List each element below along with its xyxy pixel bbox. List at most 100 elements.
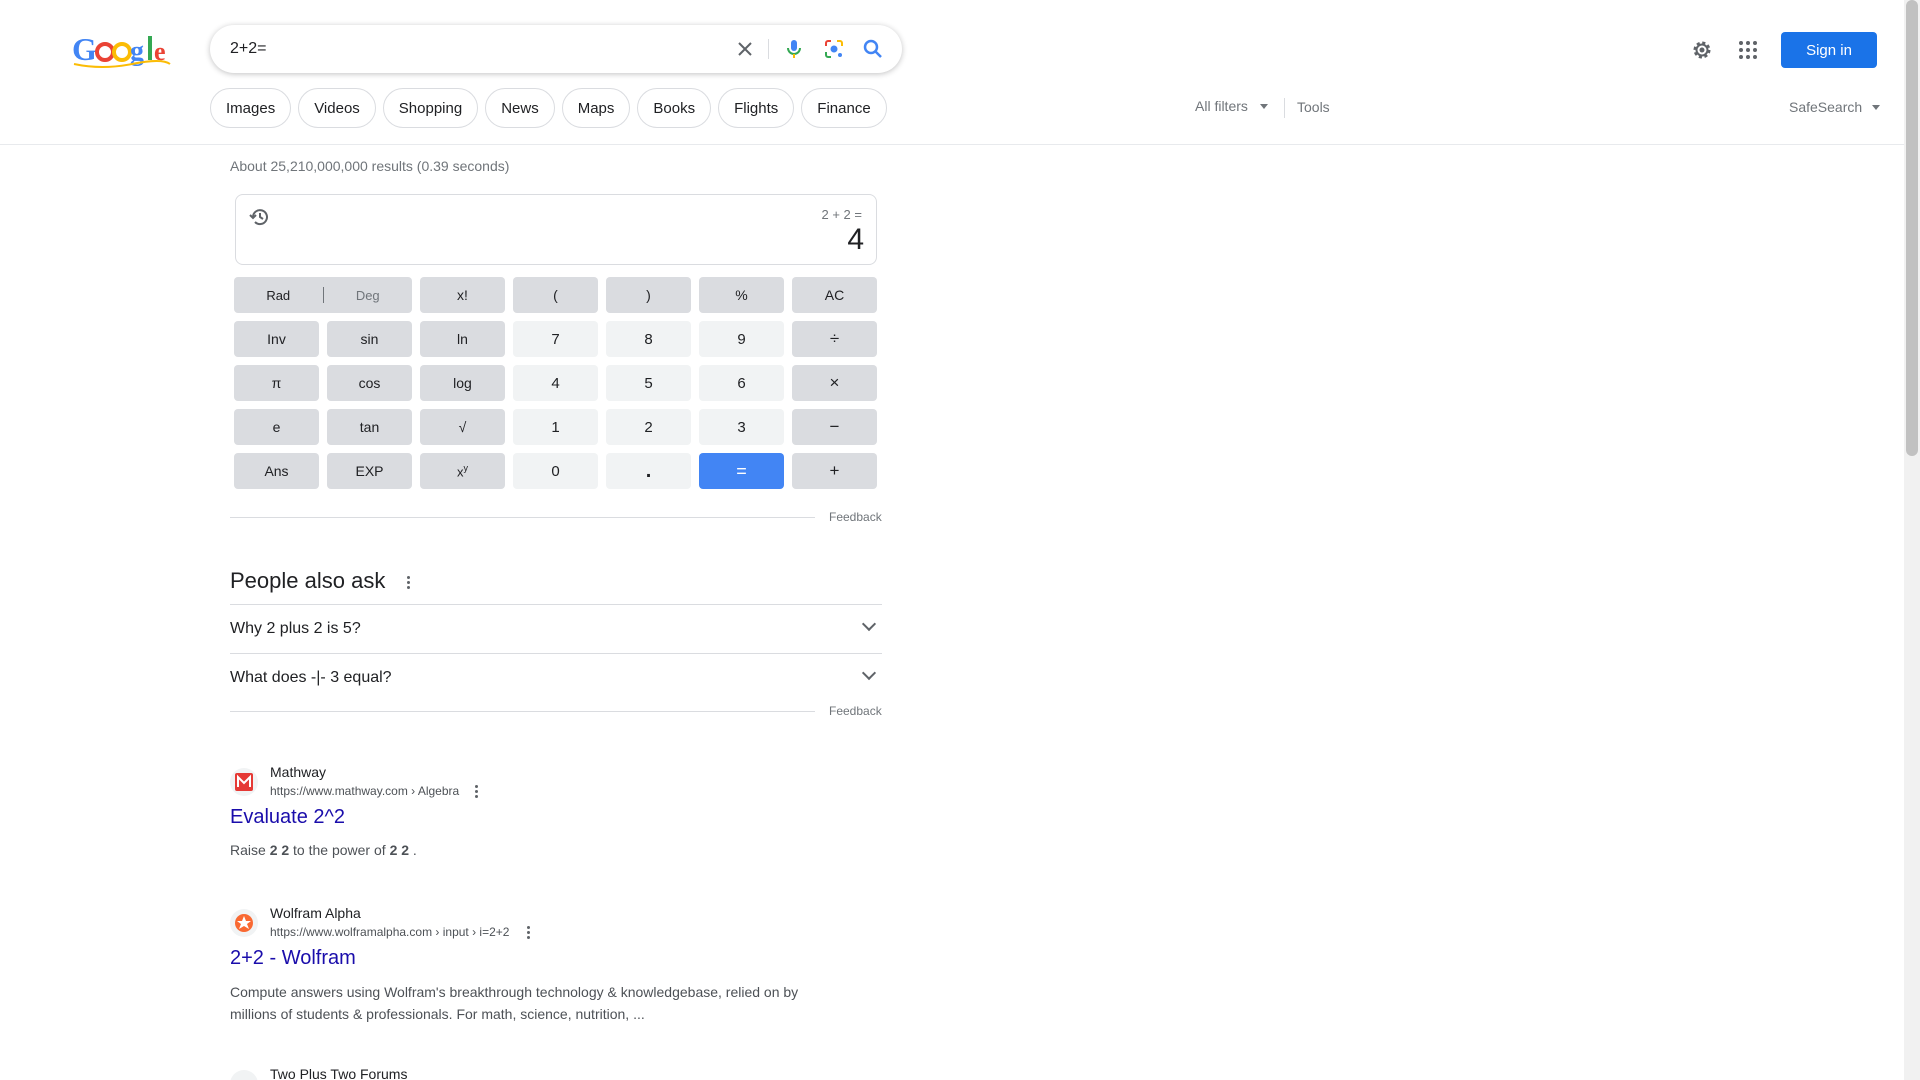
answer-key[interactable]: Ans <box>234 453 319 489</box>
scrollbar-thumb[interactable] <box>1906 0 1918 456</box>
header: G g e 2+2= Sign in Images Videos Shoppin… <box>0 0 1904 145</box>
tools-button[interactable]: Tools <box>1297 99 1330 115</box>
result-stats: About 25,210,000,000 results (0.39 secon… <box>230 158 510 174</box>
exp-key[interactable]: EXP <box>327 453 412 489</box>
percent-key[interactable]: % <box>699 277 784 313</box>
sign-in-button[interactable]: Sign in <box>1781 32 1877 68</box>
caret-down-icon <box>1259 103 1268 109</box>
clear-icon[interactable] <box>733 37 757 61</box>
digit-2-key[interactable]: 2 <box>606 409 691 445</box>
all-clear-key[interactable]: AC <box>792 277 877 313</box>
result-url: https://www.mathway.com › Algebra <box>270 784 460 798</box>
tab-books[interactable]: Books <box>637 88 712 128</box>
calculator-display: 2 + 2 = 4 <box>235 194 877 265</box>
snippet-bold: 2 2 <box>389 842 410 858</box>
twoplustwo-favicon <box>230 1070 258 1080</box>
digit-0-key[interactable]: 0 <box>513 453 598 489</box>
result-snippet: Compute answers using Wolfram's breakthr… <box>230 984 799 1022</box>
snippet-text: . <box>409 842 417 858</box>
log-key[interactable]: log <box>420 365 505 401</box>
google-doodle-logo[interactable]: G g e <box>72 30 172 70</box>
multiply-key[interactable]: × <box>792 365 877 401</box>
search-box[interactable] <box>210 25 902 73</box>
calculator-divider <box>230 517 815 518</box>
paa-divider <box>230 711 815 712</box>
pi-key[interactable]: π <box>234 365 319 401</box>
equals-key[interactable]: = <box>699 453 784 489</box>
calculator-result: 4 <box>847 223 864 256</box>
digit-5-key[interactable]: 5 <box>606 365 691 401</box>
digit-9-key[interactable]: 9 <box>699 321 784 357</box>
digit-6-key[interactable]: 6 <box>699 365 784 401</box>
more-options-icon[interactable] <box>400 573 416 591</box>
paa-question-text: Why 2 plus 2 is 5? <box>230 620 361 637</box>
search-divider <box>768 39 769 59</box>
digit-1-key[interactable]: 1 <box>513 409 598 445</box>
result-title-link[interactable]: 2+2 - Wolfram <box>230 947 356 970</box>
decimal-point-key[interactable]: . <box>606 453 691 489</box>
digit-3-key[interactable]: 3 <box>699 409 784 445</box>
safesearch-label: SafeSearch <box>1789 99 1863 115</box>
tab-maps[interactable]: Maps <box>561 88 631 128</box>
result-site-name: Wolfram Alpha <box>270 905 361 921</box>
tab-shopping[interactable]: Shopping <box>382 88 479 128</box>
all-filters-label: All filters <box>1195 98 1248 114</box>
rad-option[interactable]: Rad <box>234 288 323 303</box>
search-input[interactable] <box>230 25 710 73</box>
result-snippet: Raise 2 2 to the power of 2 2 . <box>230 839 830 861</box>
power-key[interactable]: xy <box>420 453 505 489</box>
tab-flights[interactable]: Flights <box>718 88 795 128</box>
factorial-key[interactable]: x! <box>420 277 505 313</box>
tab-finance[interactable]: Finance <box>801 88 887 128</box>
ln-key[interactable]: ln <box>420 321 505 357</box>
close-paren-key[interactable]: ) <box>606 277 691 313</box>
euler-e-key[interactable]: e <box>234 409 319 445</box>
digit-4-key[interactable]: 4 <box>513 365 598 401</box>
more-options-icon[interactable] <box>468 782 484 800</box>
rad-deg-toggle[interactable]: Rad Deg <box>234 277 412 313</box>
snippet-text: Raise <box>230 842 270 858</box>
calculator-expression: 2 + 2 = <box>821 207 862 222</box>
paa-question-text: What does -|- 3 equal? <box>230 669 392 686</box>
result-site-name: Mathway <box>270 764 327 780</box>
result-url: https://www.wolframalpha.com › input › i… <box>270 925 510 939</box>
digit-7-key[interactable]: 7 <box>513 321 598 357</box>
search-tabs: Images Videos Shopping News Maps Books F… <box>210 88 887 128</box>
apps-grid-icon[interactable] <box>1736 38 1760 62</box>
paa-question[interactable]: What does -|- 3 equal? <box>230 653 882 701</box>
tan-key[interactable]: tan <box>327 409 412 445</box>
lens-icon[interactable] <box>822 37 846 61</box>
minus-key[interactable]: − <box>792 409 877 445</box>
more-options-icon[interactable] <box>520 923 536 941</box>
deg-option[interactable]: Deg <box>324 288 413 303</box>
digit-8-key[interactable]: 8 <box>606 321 691 357</box>
svg-text:G: G <box>72 31 97 67</box>
chevron-down-icon <box>861 665 877 681</box>
snippet-text: to the power of <box>289 842 390 858</box>
settings-gear-icon[interactable] <box>1690 38 1714 62</box>
search-icon[interactable] <box>861 37 885 61</box>
tab-news[interactable]: News <box>485 88 555 128</box>
history-icon[interactable] <box>248 205 272 229</box>
power-key-label: xy <box>457 462 468 480</box>
filters-divider <box>1284 98 1285 118</box>
paa-feedback-link[interactable]: Feedback <box>829 704 882 718</box>
result-title-link[interactable]: Evaluate 2^2 <box>230 806 345 829</box>
plus-key[interactable]: + <box>792 453 877 489</box>
chevron-down-icon <box>861 616 877 632</box>
inverse-key[interactable]: Inv <box>234 321 319 357</box>
paa-question[interactable]: Why 2 plus 2 is 5? <box>230 604 882 652</box>
microphone-icon[interactable] <box>782 37 806 61</box>
snippet-bold: 2 2 <box>269 842 290 858</box>
tab-images[interactable]: Images <box>210 88 292 128</box>
square-root-key[interactable]: √ <box>420 409 505 445</box>
sin-key[interactable]: sin <box>327 321 412 357</box>
all-filters-dropdown[interactable]: All filters <box>1195 98 1268 114</box>
divide-key[interactable]: ÷ <box>792 321 877 357</box>
mathway-favicon <box>230 768 258 796</box>
tab-videos[interactable]: Videos <box>298 88 376 128</box>
cos-key[interactable]: cos <box>327 365 412 401</box>
open-paren-key[interactable]: ( <box>513 277 598 313</box>
calculator-feedback-link[interactable]: Feedback <box>829 510 882 524</box>
safesearch-dropdown[interactable]: SafeSearch <box>1789 99 1881 115</box>
